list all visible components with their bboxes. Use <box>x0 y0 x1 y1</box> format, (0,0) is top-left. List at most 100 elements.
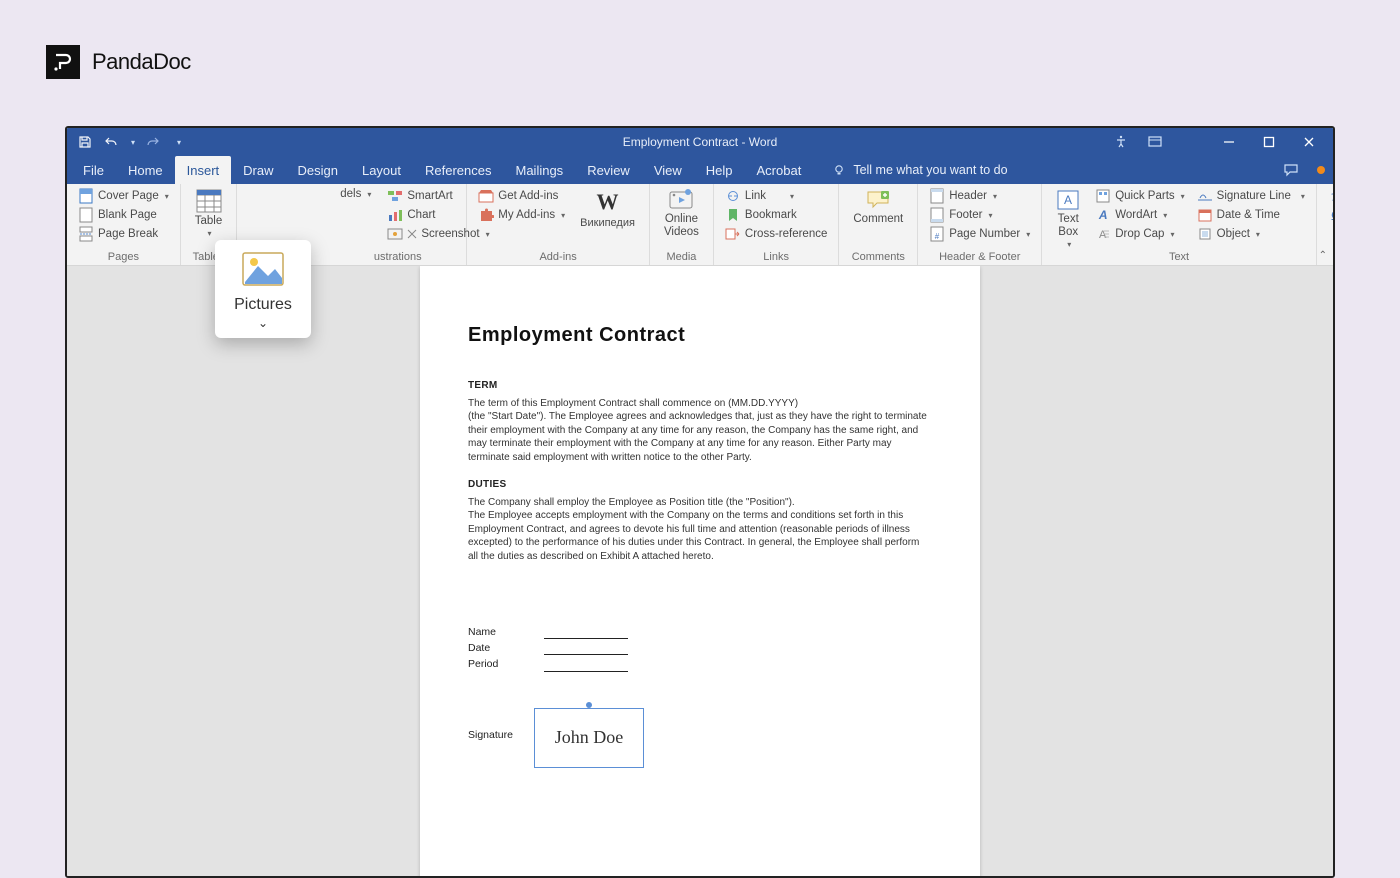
text-box-button[interactable]: A Text Box▾ <box>1050 187 1086 251</box>
chevron-down-icon: ⌄ <box>258 316 268 330</box>
section-term-line1: The term of this Employment Contract sha… <box>468 397 932 411</box>
section-duties-body: The Employee accepts employment with the… <box>468 509 932 563</box>
page-break-icon <box>78 226 94 242</box>
tab-view[interactable]: View <box>642 156 694 184</box>
smartart-icon <box>387 188 403 204</box>
page-break-button[interactable]: Page Break <box>75 225 172 243</box>
tab-file[interactable]: File <box>71 156 116 184</box>
pictures-dropdown[interactable]: Pictures ⌄ <box>215 240 311 338</box>
pictures-icon <box>242 252 284 286</box>
close-button[interactable] <box>1289 128 1329 156</box>
group-links: Link▾ Bookmark Cross-reference Links <box>714 184 839 265</box>
text-box-icon: A <box>1056 189 1080 211</box>
object-button[interactable]: Object▾ <box>1194 225 1308 243</box>
document-workspace[interactable]: Employment Contract TERM The term of thi… <box>67 266 1333 876</box>
field-period-label: Period <box>468 657 528 671</box>
ribbon-tabs: File Home Insert Draw Design Layout Refe… <box>67 156 1333 184</box>
wordart-icon: A <box>1095 207 1111 223</box>
table-icon <box>196 189 222 213</box>
link-icon <box>725 188 741 204</box>
blank-page-button[interactable]: Blank Page <box>75 206 172 224</box>
tab-home[interactable]: Home <box>116 156 175 184</box>
maximize-button[interactable] <box>1249 128 1289 156</box>
my-addins-button[interactable]: My Add-ins▾ <box>475 206 568 224</box>
wikipedia-button[interactable]: W Википедия <box>574 187 641 231</box>
redo-icon[interactable] <box>145 134 161 150</box>
tab-insert[interactable]: Insert <box>175 156 232 184</box>
screenshot-icon <box>387 226 403 242</box>
ribbon: Cover Page▾ Blank Page Page Break Pages … <box>67 184 1333 266</box>
group-addins-label: Add-ins <box>475 251 641 265</box>
tab-acrobat[interactable]: Acrobat <box>745 156 814 184</box>
page-number-button[interactable]: #Page Number▾ <box>926 225 1033 243</box>
group-comments: Comment Comments <box>839 184 918 265</box>
get-addins-button[interactable]: Get Add-ins <box>475 187 568 205</box>
cross-reference-icon <box>725 226 741 242</box>
header-icon <box>929 188 945 204</box>
field-name-line[interactable] <box>544 627 628 639</box>
tab-layout[interactable]: Layout <box>350 156 413 184</box>
group-addins: Get Add-ins My Add-ins▾ W Википедия Add-… <box>467 184 650 265</box>
bookmark-button[interactable]: Bookmark <box>722 206 830 224</box>
cross-reference-button[interactable]: Cross-reference <box>722 225 830 243</box>
symbol-button[interactable]: ΩSymbol▾ <box>1325 206 1335 224</box>
tab-references[interactable]: References <box>413 156 503 184</box>
group-header-footer-label: Header & Footer <box>926 251 1033 265</box>
qat-customize-caret[interactable]: ▾ <box>177 138 181 147</box>
footer-button[interactable]: Footer▾ <box>926 206 1033 224</box>
drop-cap-button[interactable]: ADrop Cap▾ <box>1092 225 1187 243</box>
field-date-line[interactable] <box>544 643 628 655</box>
pandadoc-name: PandaDoc <box>92 49 191 75</box>
ribbon-display-icon[interactable] <box>1147 134 1163 150</box>
field-date-label: Date <box>468 641 528 655</box>
pictures-label: Pictures <box>234 296 292 314</box>
tab-help[interactable]: Help <box>694 156 745 184</box>
equation-button[interactable]: πEquation▾ <box>1325 187 1335 205</box>
table-button[interactable]: Table ▾ <box>189 187 229 240</box>
store-icon <box>478 188 494 204</box>
accessibility-icon[interactable] <box>1113 134 1129 150</box>
tab-draw[interactable]: Draw <box>231 156 285 184</box>
tab-design[interactable]: Design <box>286 156 350 184</box>
minimize-button[interactable] <box>1209 128 1249 156</box>
signature-line-button[interactable]: Signature Line▾ <box>1194 187 1308 205</box>
field-period-row: Period <box>468 657 932 671</box>
doc-title: Employment Contract <box>468 322 932 349</box>
group-text-label: Text <box>1050 251 1308 265</box>
puzzle-icon <box>478 207 494 223</box>
window-title: Employment Contract - Word <box>623 135 778 149</box>
collapse-ribbon-button[interactable]: ⌃ <box>1319 250 1327 261</box>
tab-review[interactable]: Review <box>575 156 642 184</box>
wikipedia-icon: W <box>597 189 619 215</box>
comment-button[interactable]: Comment <box>847 187 909 227</box>
field-name-row: Name <box>468 625 932 639</box>
header-button[interactable]: Header▾ <box>926 187 1033 205</box>
group-media-label: Media <box>658 251 705 265</box>
notification-dot-icon <box>1317 166 1325 174</box>
group-links-label: Links <box>722 251 830 265</box>
document-page[interactable]: Employment Contract TERM The term of thi… <box>420 266 980 876</box>
tab-mailings[interactable]: Mailings <box>504 156 576 184</box>
field-period-line[interactable] <box>544 660 628 672</box>
group-illustrations-label: ustrations <box>337 251 458 265</box>
symbol-icon: Ω <box>1328 207 1335 223</box>
wordart-button[interactable]: AWordArt▾ <box>1092 206 1187 224</box>
comments-bubble-icon[interactable] <box>1283 162 1299 178</box>
undo-caret[interactable]: ▾ <box>131 138 135 147</box>
drop-cap-icon: A <box>1095 226 1111 242</box>
link-button[interactable]: Link▾ <box>722 187 830 205</box>
date-time-button[interactable]: Date & Time <box>1194 206 1308 224</box>
save-icon[interactable] <box>77 134 93 150</box>
page-number-icon: # <box>929 226 945 242</box>
group-text: A Text Box▾ Quick Parts▾ AWordArt▾ ADrop… <box>1042 184 1317 265</box>
quick-access-toolbar: ▾ ▾ <box>67 134 181 150</box>
footer-icon <box>929 207 945 223</box>
undo-icon[interactable] <box>103 134 119 150</box>
online-videos-button[interactable]: Online Videos <box>658 187 705 240</box>
tell-me-search[interactable]: Tell me what you want to do <box>831 156 1007 184</box>
quick-parts-button[interactable]: Quick Parts▾ <box>1092 187 1187 205</box>
cover-page-button[interactable]: Cover Page▾ <box>75 187 172 205</box>
group-header-footer: Header▾ Footer▾ #Page Number▾ Header & F… <box>918 184 1042 265</box>
equation-icon: π <box>1328 188 1335 204</box>
models-partial-button[interactable]: dels▾ <box>337 187 374 201</box>
